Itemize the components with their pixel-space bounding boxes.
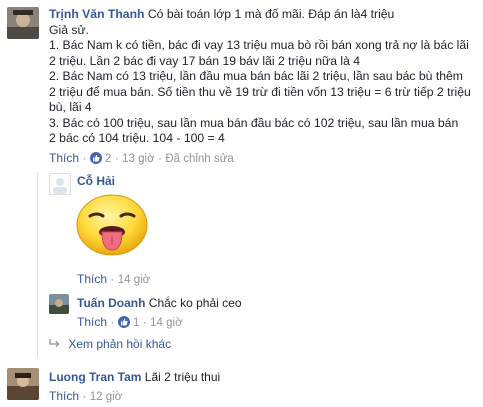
reply-actions: Thích · 14 giờ [77, 272, 151, 286]
avatar-trinh-van-thanh[interactable] [7, 7, 39, 39]
timestamp[interactable]: 12 giờ [90, 391, 122, 403]
like-count[interactable]: 1 [133, 317, 139, 329]
avatar-photo [7, 7, 39, 39]
comment-text: Lãi 2 triệu thui [144, 370, 221, 384]
comment-line: 3. Bác có 100 triệu, sau lần mua bán đầu… [49, 116, 459, 130]
comment-line: bù, lãi 4 [49, 100, 92, 114]
timestamp[interactable]: 14 giờ [118, 274, 150, 286]
avatar-tuan-doanh[interactable] [49, 294, 69, 314]
avatar-luong-tran-tam[interactable] [7, 368, 39, 400]
comment-line: 2. Bác Nam có 13 triệu, lần đầu mua bán … [49, 69, 463, 83]
comment-line: 1. Bác Nam k có tiền, bác đi vay 13 triệ… [49, 38, 469, 52]
author-name[interactable]: Tuấn Doanh [77, 296, 145, 310]
comment-line: 2 bác có 104 triệu. 104 - 100 = 4 [49, 131, 225, 145]
edited-label[interactable]: Đã chỉnh sửa [165, 153, 233, 165]
comment-actions: Thích · 12 giờ [49, 389, 123, 403]
avatar-co-hai[interactable] [49, 173, 71, 195]
sticker-tongue-emoji [75, 192, 149, 258]
comment-header: Trịnh Văn Thanh Có bài toán lớp 1 mà đố … [49, 7, 394, 21]
reply-thread-line [37, 172, 38, 358]
like-button[interactable]: Thích [49, 389, 79, 403]
comment-line: Giả sử. [49, 23, 89, 37]
timestamp[interactable]: 14 giờ [150, 317, 182, 329]
avatar-photo [7, 368, 39, 400]
timestamp[interactable]: 13 giờ [122, 153, 154, 165]
author-name[interactable]: Cỗ Hải [77, 174, 115, 188]
default-avatar-icon [50, 174, 70, 194]
like-button[interactable]: Thích [77, 272, 107, 286]
comment-header: Luong Tran Tam Lãi 2 triệu thui [49, 370, 220, 384]
view-more-replies-label[interactable]: Xem phản hồi khác [68, 337, 171, 351]
comment-text-first-line: Có bài toán lớp 1 mà đố mãi. Đáp án là4 … [147, 7, 395, 21]
reply-header: Tuấn Doanh Chắc ko phải ceo [77, 296, 242, 310]
author-name[interactable]: Trịnh Văn Thanh [49, 7, 144, 21]
like-button[interactable]: Thích [49, 151, 79, 165]
like-button[interactable]: Thích [77, 315, 107, 329]
reply-arrow-icon [49, 337, 61, 351]
comment-line: 2 triệu. Lần 2 bác đi vay 17 bán 19 báv … [49, 54, 361, 68]
reply-actions: Thích · 1 · 14 giờ [77, 315, 183, 329]
comment-actions: Thích · 2 · 13 giờ · Đã chỉnh sửa [49, 151, 234, 165]
avatar-photo [49, 294, 69, 314]
view-more-replies-link[interactable]: Xem phản hồi khác [49, 337, 171, 351]
like-reaction-icon [117, 316, 130, 328]
author-name[interactable]: Luong Tran Tam [49, 370, 141, 384]
comment-line: 2 triệu để mua bán. Số tiền thu về 19 tr… [49, 85, 471, 99]
like-count[interactable]: 2 [105, 153, 111, 165]
reply-text: Chắc ko phải ceo [148, 296, 242, 310]
like-reaction-icon [89, 152, 102, 164]
sticker-icon [76, 194, 148, 256]
